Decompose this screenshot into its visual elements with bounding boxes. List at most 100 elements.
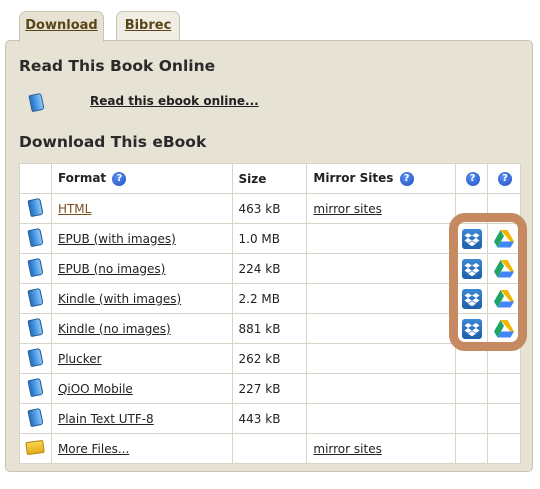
- row-icon-cell: [19, 193, 52, 224]
- format-link[interactable]: EPUB (with images): [58, 232, 176, 246]
- mirror-column-header: Mirror Sites ?: [306, 163, 457, 194]
- mirror-cell: [306, 343, 457, 374]
- dropbox-cell: [455, 433, 488, 464]
- dropbox-cell: [455, 313, 488, 344]
- table-row: EPUB (no images) 224 kB: [19, 253, 521, 284]
- google-drive-icon[interactable]: [494, 229, 514, 247]
- mirror-cell: mirror sites: [306, 433, 457, 464]
- book-icon: [27, 317, 44, 337]
- book-icon: [27, 197, 44, 217]
- dropbox-cell: [455, 223, 488, 254]
- table-row: EPUB (with images) 1.0 MB: [19, 223, 521, 254]
- format-cell: EPUB (with images): [50, 223, 233, 254]
- gdrive-cell: [487, 403, 521, 434]
- read-online-link[interactable]: Read this ebook online...: [90, 94, 259, 108]
- google-drive-icon[interactable]: [494, 319, 514, 337]
- book-icon: [28, 92, 45, 113]
- dropbox-cell: [455, 193, 488, 224]
- gdrive-cell: [487, 373, 521, 404]
- format-cell: Kindle (no images): [50, 313, 233, 344]
- read-online-heading: Read This Book Online: [19, 57, 216, 75]
- gdrive-cell: [487, 223, 521, 254]
- format-cell: Kindle (with images): [50, 283, 233, 314]
- book-icon: [27, 257, 44, 277]
- mirror-header-label: Mirror Sites: [313, 171, 394, 186]
- format-link[interactable]: QiOO Mobile: [58, 382, 133, 396]
- row-icon-cell: [19, 283, 52, 314]
- dropbox-cell: [455, 373, 488, 404]
- size-cell: 443 kB: [231, 403, 308, 434]
- gdrive-help-icon[interactable]: ?: [498, 171, 512, 186]
- format-column-header: Format ?: [50, 163, 233, 194]
- dropbox-icon[interactable]: [461, 288, 482, 309]
- row-icon-cell: [19, 433, 52, 464]
- dropbox-cell: [455, 283, 488, 314]
- icon-column-header: [19, 163, 52, 194]
- mirror-cell: [306, 253, 457, 284]
- row-icon-cell: [19, 403, 52, 434]
- row-icon-cell: [19, 373, 52, 404]
- row-icon-cell: [19, 313, 52, 344]
- format-cell: HTML: [50, 193, 233, 224]
- size-cell: 227 kB: [231, 373, 308, 404]
- size-cell: 881 kB: [231, 313, 308, 344]
- mirror-cell: [306, 283, 457, 314]
- gdrive-cell: [487, 193, 521, 224]
- size-cell: 224 kB: [231, 253, 308, 284]
- size-cell: 2.2 MB: [231, 283, 308, 314]
- format-link[interactable]: EPUB (no images): [58, 262, 165, 276]
- format-cell: Plain Text UTF-8: [50, 403, 233, 434]
- book-icon: [27, 347, 44, 367]
- table-header-row: Format ? Size Mirror Sites ? ? ?: [19, 163, 521, 194]
- dropbox-icon[interactable]: [461, 318, 482, 339]
- format-link[interactable]: More Files...: [58, 442, 129, 456]
- mirror-cell: [306, 313, 457, 344]
- format-cell: QiOO Mobile: [50, 373, 233, 404]
- format-link[interactable]: Plain Text UTF-8: [58, 412, 154, 426]
- mirror-cell: mirror sites: [306, 193, 457, 224]
- format-link[interactable]: HTML: [58, 202, 91, 216]
- format-cell: Plucker: [50, 343, 233, 374]
- format-link[interactable]: Kindle (no images): [58, 322, 171, 336]
- size-column-header: Size: [231, 163, 308, 194]
- book-icon: [27, 287, 44, 307]
- folder-icon: [25, 439, 46, 455]
- dropbox-cell: [455, 253, 488, 284]
- table-row: Kindle (no images) 881 kB: [19, 313, 521, 344]
- google-drive-icon[interactable]: [494, 289, 514, 307]
- gdrive-cell: [487, 313, 521, 344]
- tab-bibrec[interactable]: Bibrec: [116, 11, 180, 41]
- dropbox-icon[interactable]: [461, 228, 482, 249]
- format-link[interactable]: Kindle (with images): [58, 292, 181, 306]
- mirror-sites-link[interactable]: mirror sites: [313, 442, 381, 456]
- table-row: HTML 463 kB mirror sites: [19, 193, 521, 224]
- table-row: Plain Text UTF-8 443 kB: [19, 403, 521, 434]
- format-help-icon[interactable]: ?: [112, 171, 127, 186]
- size-cell: [231, 433, 308, 464]
- format-header-label: Format: [57, 171, 107, 186]
- format-link[interactable]: Plucker: [58, 352, 102, 366]
- gdrive-cell: [487, 253, 521, 284]
- row-icon-cell: [19, 223, 52, 254]
- table-row: QiOO Mobile 227 kB: [19, 373, 521, 404]
- dropbox-cell: [455, 403, 488, 434]
- mirror-help-icon[interactable]: ?: [399, 171, 414, 186]
- gdrive-cell: [487, 343, 521, 374]
- mirror-sites-link[interactable]: mirror sites: [313, 202, 381, 216]
- table-row: More Files... mirror sites: [19, 433, 521, 464]
- size-cell: 463 kB: [231, 193, 308, 224]
- format-cell: More Files...: [50, 433, 233, 464]
- download-table: Format ? Size Mirror Sites ? ? ? HTML 463…: [19, 163, 521, 464]
- download-panel: Read This Book Online Read this ebook on…: [5, 40, 533, 472]
- dropbox-cell: [455, 343, 488, 374]
- google-drive-icon[interactable]: [494, 259, 514, 277]
- gdrive-cell: [487, 283, 521, 314]
- book-icon: [27, 377, 44, 397]
- tab-download[interactable]: Download: [19, 11, 104, 42]
- dropbox-help-icon[interactable]: ?: [465, 171, 480, 186]
- book-icon: [27, 227, 44, 247]
- table-row: Plucker 262 kB: [19, 343, 521, 374]
- row-icon-cell: [19, 253, 52, 284]
- book-icon: [27, 407, 44, 427]
- dropbox-icon[interactable]: [461, 258, 482, 279]
